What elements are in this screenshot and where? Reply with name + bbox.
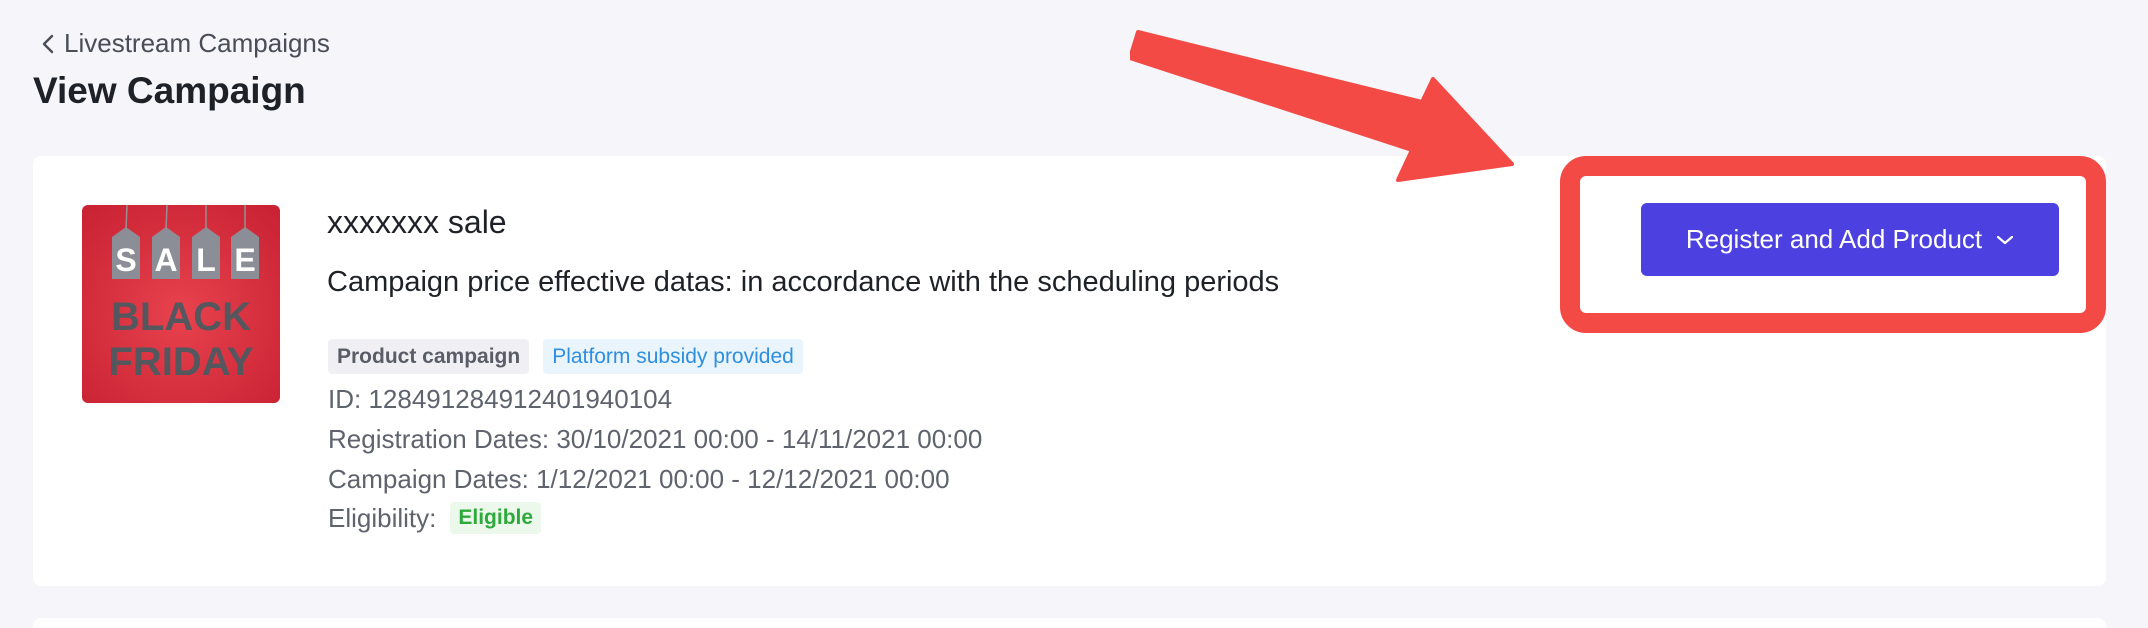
register-and-add-product-button[interactable]: Register and Add Product bbox=[1641, 203, 2059, 276]
image-line-friday: FRIDAY bbox=[108, 340, 254, 384]
sale-letter-a: A bbox=[154, 242, 177, 278]
image-line-black: BLACK bbox=[111, 295, 251, 339]
sale-letter-l: L bbox=[196, 242, 216, 278]
breadcrumb-label: Livestream Campaigns bbox=[64, 28, 330, 58]
register-button-label: Register and Add Product bbox=[1685, 224, 1983, 254]
eligibility-badge: Eligible bbox=[450, 502, 542, 534]
sale-letter-e: E bbox=[234, 242, 255, 278]
campaign-name: xxxxxxx sale bbox=[327, 204, 507, 240]
campaign-tags: Product campaign Platform subsidy provid… bbox=[328, 339, 803, 375]
chevron-left-icon bbox=[42, 34, 54, 53]
tag-product-campaign: Product campaign bbox=[328, 339, 530, 375]
chevron-down-icon bbox=[1997, 235, 2014, 244]
campaign-image: S A L E BLACK FRIDAY bbox=[82, 205, 280, 403]
campaign-id: ID: 1284912849124019401​04 bbox=[328, 384, 673, 414]
page-title: View Campaign bbox=[33, 70, 306, 111]
next-card bbox=[33, 618, 2106, 628]
view-campaign-page: Livestream Campaigns View Campaign S A L… bbox=[0, 0, 2148, 628]
registration-dates: Registration Dates: 30/10/2021 00:00 - 1… bbox=[328, 424, 983, 454]
eligibility-label: Eligibility: bbox=[328, 502, 437, 533]
sale-letter-s: S bbox=[115, 242, 136, 278]
breadcrumb-back-link[interactable]: Livestream Campaigns bbox=[40, 28, 330, 59]
tag-platform-subsidy: Platform subsidy provided bbox=[543, 339, 803, 375]
campaign-dates: Campaign Dates: 1/12/2021 00:00 - 12/12/… bbox=[328, 464, 950, 494]
campaign-description: Campaign price effective datas: in accor… bbox=[327, 266, 1280, 298]
eligibility-row: Eligibility: Eligible bbox=[328, 502, 542, 534]
